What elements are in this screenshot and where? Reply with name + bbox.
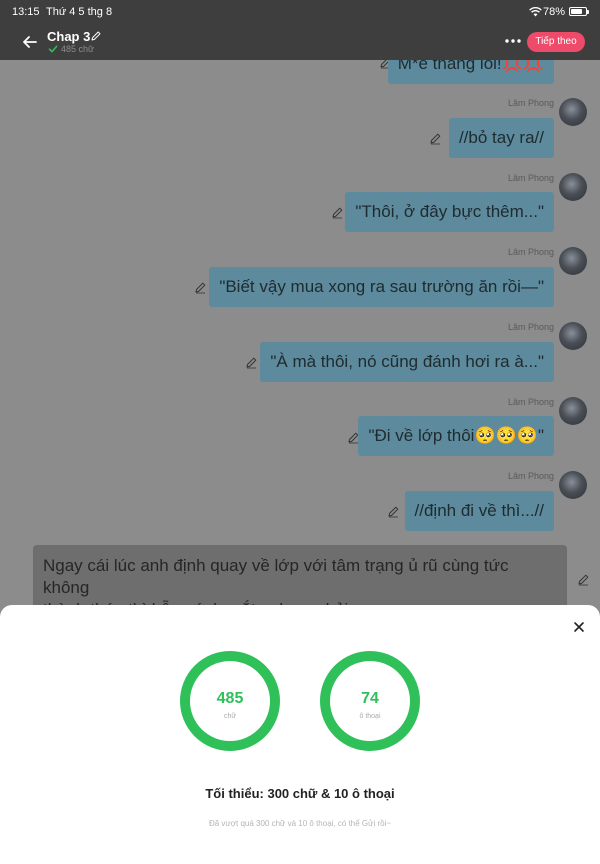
- message-row: Lâm Phong //định đi về thì...//: [0, 471, 600, 531]
- message-row: M*e thằng lồi!💢💢: [0, 60, 600, 84]
- word-count-label: chữ: [223, 713, 237, 720]
- avatar[interactable]: [559, 173, 587, 201]
- avatar[interactable]: [559, 471, 587, 499]
- close-icon[interactable]: [572, 620, 586, 634]
- edit-pencil-icon[interactable]: [245, 356, 258, 369]
- avatar[interactable]: [559, 322, 587, 350]
- avatar[interactable]: [559, 247, 587, 275]
- status-time: 13:15: [12, 6, 40, 18]
- sender-name: Lâm Phong: [507, 322, 554, 332]
- sender-name: Lâm Phong: [507, 173, 554, 183]
- edit-pencil-icon[interactable]: [429, 132, 442, 145]
- sender-name: Lâm Phong: [507, 247, 554, 257]
- message-bubble[interactable]: "Đi về lớp thôi🥺🥺🥺": [358, 416, 554, 456]
- message-row: Lâm Phong "Biết vậy mua xong ra sau trườ…: [0, 247, 600, 307]
- message-bubble[interactable]: //định đi về thì...//: [404, 491, 554, 531]
- minimum-requirement: Tối thiểu: 300 chữ & 10 ô thoại: [205, 786, 395, 801]
- chapter-title: Chap 3: [47, 29, 91, 44]
- dialogue-count-label: ô thoại: [359, 713, 381, 720]
- message-row: Lâm Phong "Thôi, ở đây bực thêm...": [0, 173, 600, 233]
- message-bubble[interactable]: "Thôi, ở đây bực thêm...": [345, 192, 554, 232]
- sender-name: Lâm Phong: [507, 471, 554, 481]
- message-row: Lâm Phong "Đi về lớp thôi🥺🥺🥺": [0, 397, 600, 457]
- wifi-icon: [529, 7, 542, 17]
- edit-pencil-icon[interactable]: [331, 206, 344, 219]
- battery-icon: [569, 7, 589, 16]
- message-bubble[interactable]: "À mà thôi, nó cũng đánh hơi ra à...": [260, 342, 554, 382]
- stats-sheet: 485 chữ 74 ô thoại Tối thiểu: 300 chữ & …: [0, 605, 600, 864]
- message-row: Lâm Phong "À mà thôi, nó cũng đánh hơi r…: [0, 322, 600, 382]
- word-count-value: 485: [216, 690, 244, 707]
- more-options-icon[interactable]: [503, 34, 523, 48]
- status-date: Thứ 4 5 thg 8: [46, 6, 113, 18]
- battery-percent: 78%: [543, 6, 566, 18]
- message-bubble[interactable]: //bỏ tay ra//: [448, 118, 554, 158]
- next-chapter-button[interactable]: Tiếp theo: [527, 32, 585, 52]
- status-bar: 13:15 Thứ 4 5 thg 8 78%: [0, 0, 600, 24]
- requirement-note: Đã vượt quá 300 chữ và 10 ô thoại, có th…: [208, 819, 392, 828]
- edit-pencil-icon[interactable]: [387, 505, 400, 518]
- battery-fill: [571, 9, 582, 14]
- narration-line: Ngay cái lúc anh định quay về lớp với tâ…: [43, 556, 509, 597]
- narration-block[interactable]: Ngay cái lúc anh định quay về lớp với tâ…: [33, 545, 567, 619]
- edit-pencil-icon[interactable]: [577, 573, 590, 586]
- message-bubble[interactable]: M*e thằng lồi!💢💢: [387, 60, 554, 84]
- edit-title-pencil-icon[interactable]: [90, 30, 102, 42]
- word-count: 485 chữ: [61, 44, 95, 54]
- nav-bar: Chap 3 485 chữ Tiếp theo: [0, 24, 600, 60]
- word-count-ring: 485 chữ: [180, 651, 280, 751]
- message-bubble[interactable]: "Biết vậy mua xong ra sau trường ăn rồi—…: [209, 267, 554, 307]
- edit-pencil-icon[interactable]: [194, 281, 207, 294]
- sender-name: Lâm Phong: [507, 397, 554, 407]
- dialogue-count-value: 74: [361, 690, 379, 707]
- avatar[interactable]: [559, 397, 587, 425]
- avatar[interactable]: [559, 98, 587, 126]
- message-row: Lâm Phong //bỏ tay ra//: [0, 98, 600, 158]
- check-icon: [48, 45, 58, 53]
- back-arrow-icon[interactable]: [20, 32, 40, 52]
- sender-name: Lâm Phong: [507, 98, 554, 108]
- dialogue-count-ring: 74 ô thoại: [320, 651, 420, 751]
